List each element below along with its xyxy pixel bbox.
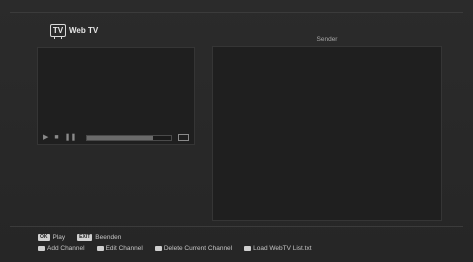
play-hint[interactable]: Play xyxy=(53,234,66,241)
pause-icon[interactable]: ❚❚ xyxy=(65,134,77,141)
channel-list[interactable] xyxy=(212,46,442,221)
tv-logo-icon: TV xyxy=(50,24,66,39)
screen-icon[interactable] xyxy=(178,134,189,141)
add-channel-hint[interactable]: Add Channel xyxy=(47,245,85,252)
channel-list-header: Sender xyxy=(316,36,338,43)
footer-row-colors: Add Channel Edit Channel Delete Current … xyxy=(38,245,324,252)
play-icon[interactable]: ▶ xyxy=(43,134,48,141)
tv-screen: TV Web TV ▶ ■ ❚❚ Sender OK Play EXIT Bee… xyxy=(0,0,473,262)
ok-key-icon: OK xyxy=(38,234,50,241)
progress-fill xyxy=(87,135,153,140)
yellow-key-icon xyxy=(154,246,162,251)
bottom-divider xyxy=(10,226,463,227)
green-key-icon xyxy=(96,246,104,251)
red-key-icon xyxy=(38,246,45,251)
load-list-hint[interactable]: Load WebTV List.txt xyxy=(253,245,311,252)
player-controls: ▶ ■ ❚❚ xyxy=(37,130,195,145)
exit-key-icon: EXIT xyxy=(77,234,93,241)
app-title: Web TV xyxy=(69,26,99,35)
delete-channel-hint[interactable]: Delete Current Channel xyxy=(164,245,232,252)
footer-row-primary: OK Play EXIT Beenden xyxy=(38,234,133,241)
exit-hint[interactable]: Beenden xyxy=(95,234,121,241)
edit-channel-hint[interactable]: Edit Channel xyxy=(106,245,143,252)
progress-bar[interactable] xyxy=(86,134,173,141)
stop-icon[interactable]: ■ xyxy=(54,134,58,141)
top-divider xyxy=(10,12,463,13)
blue-key-icon xyxy=(244,246,252,251)
